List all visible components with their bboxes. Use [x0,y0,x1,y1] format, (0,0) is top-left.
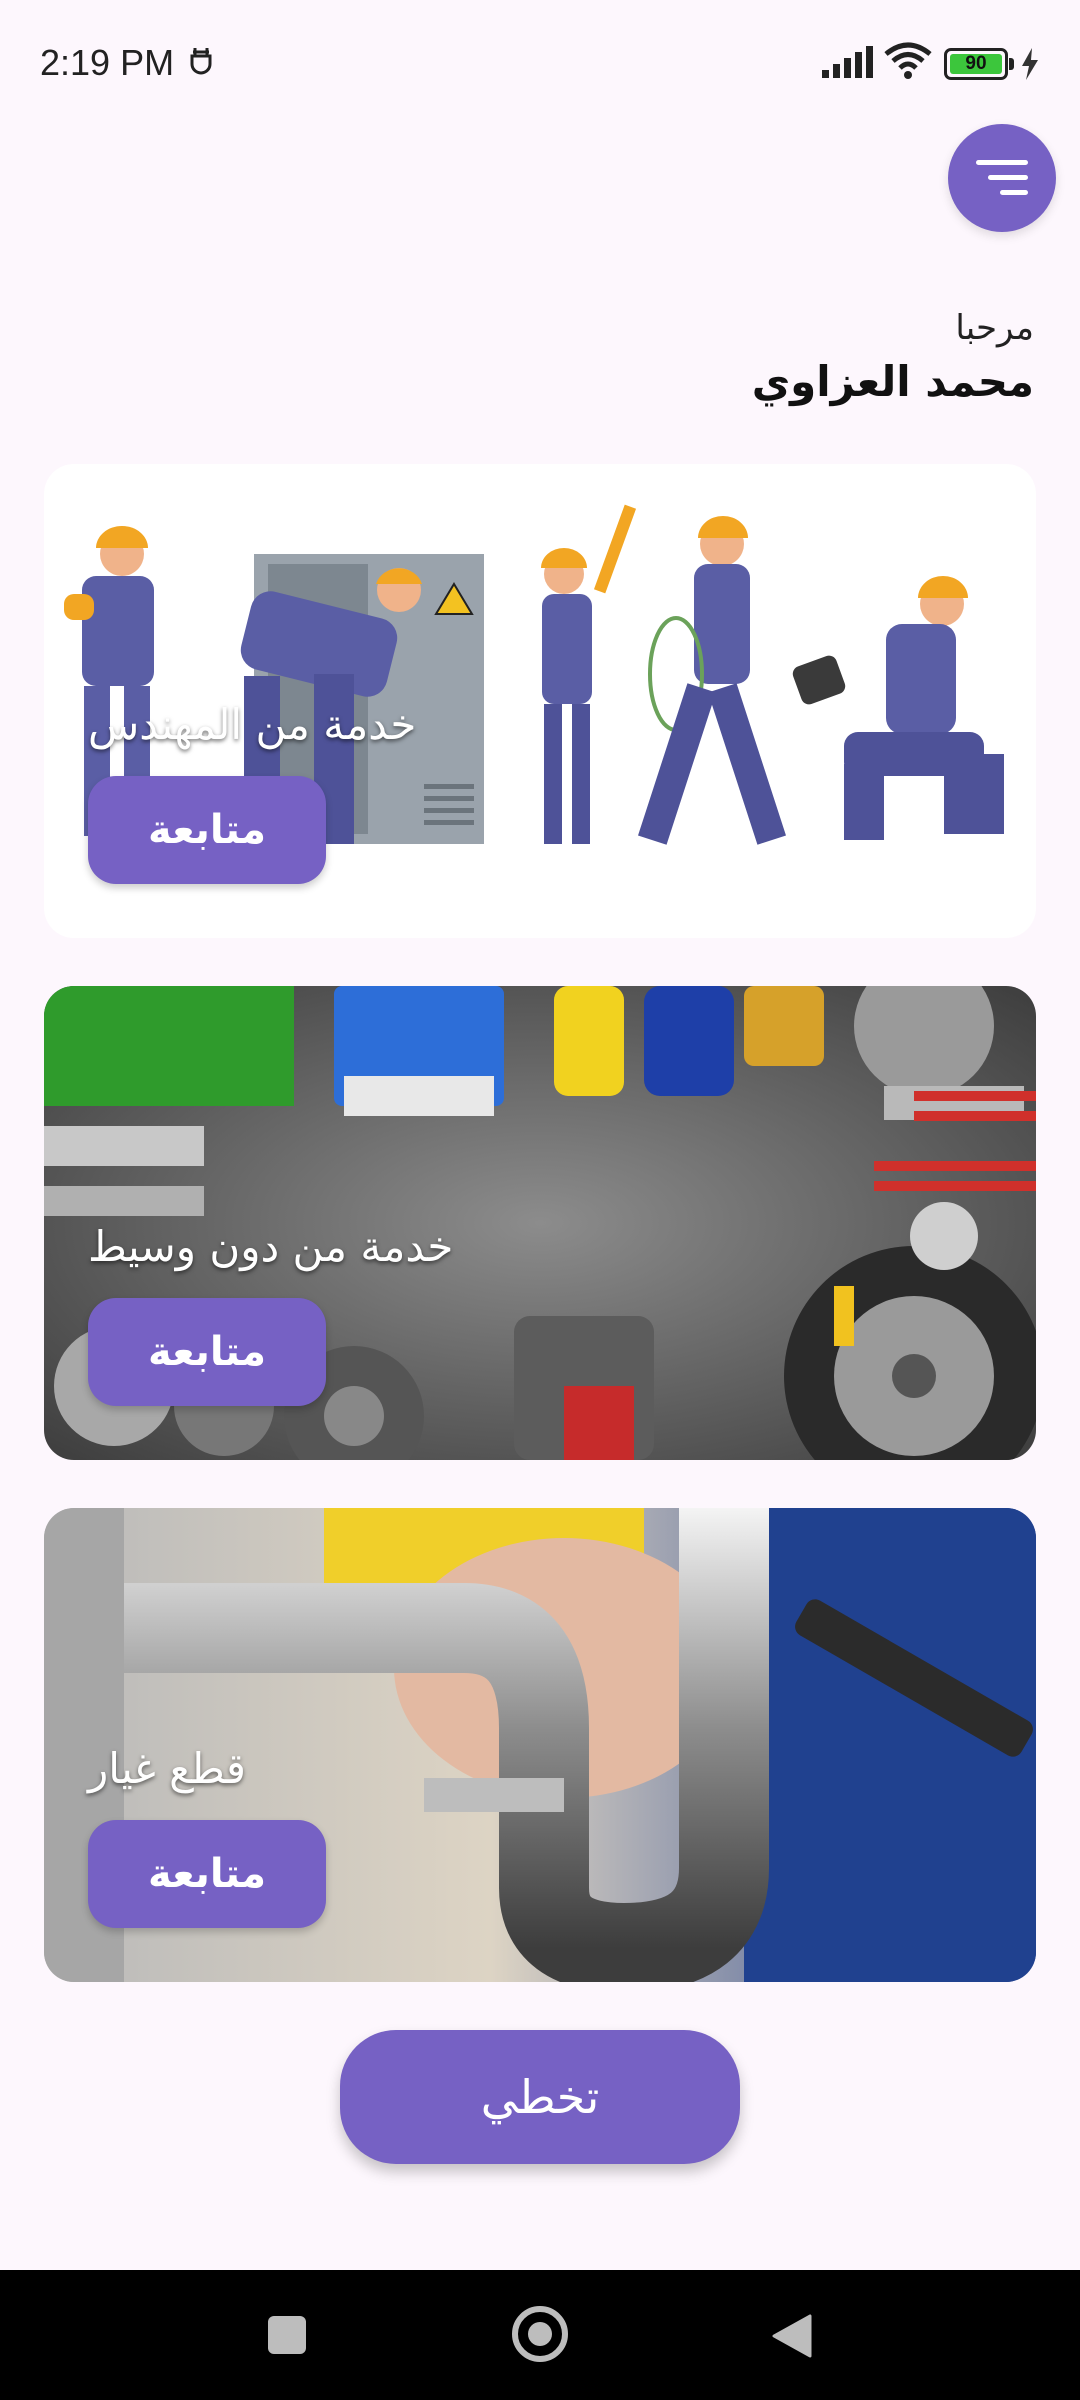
home-icon[interactable] [512,2306,568,2362]
back-icon[interactable] [770,2314,812,2362]
battery-icon: 90 [944,48,1014,80]
follow-button[interactable]: متابعة [88,1298,326,1406]
service-card-direct[interactable]: خدمة من دون وسيط متابعة [44,986,1036,1460]
menu-button[interactable] [948,124,1056,232]
battery-level: 90 [950,53,1002,74]
recent-apps-icon[interactable] [268,2316,306,2354]
card-title: خدمة من دون وسيط [88,1222,454,1271]
status-bar: 2:19 PM 90 [0,0,1080,130]
signal-icon [822,46,874,82]
filter-menu-icon [976,160,1028,195]
card-title: خدمة من المهندس [88,700,417,749]
navigation-bar [0,2270,1080,2400]
card-title: قطع غيار [88,1744,246,1793]
service-card-spare-parts[interactable]: قطع غيار متابعة [44,1508,1036,1982]
notification-icon [188,46,214,84]
status-time: 2:19 PM [40,42,175,83]
charging-icon [1020,48,1040,84]
wifi-icon [884,42,932,84]
skip-button[interactable]: تخطي [340,2030,740,2164]
user-name: محمد العزاوي [751,357,1034,406]
follow-button[interactable]: متابعة [88,776,326,884]
greeting: مرحبا محمد العزاوي [752,305,1034,413]
greeting-label: مرحبا [955,308,1034,348]
follow-button[interactable]: متابعة [88,1820,326,1928]
service-card-engineer[interactable]: خدمة من المهندس متابعة [44,464,1036,938]
